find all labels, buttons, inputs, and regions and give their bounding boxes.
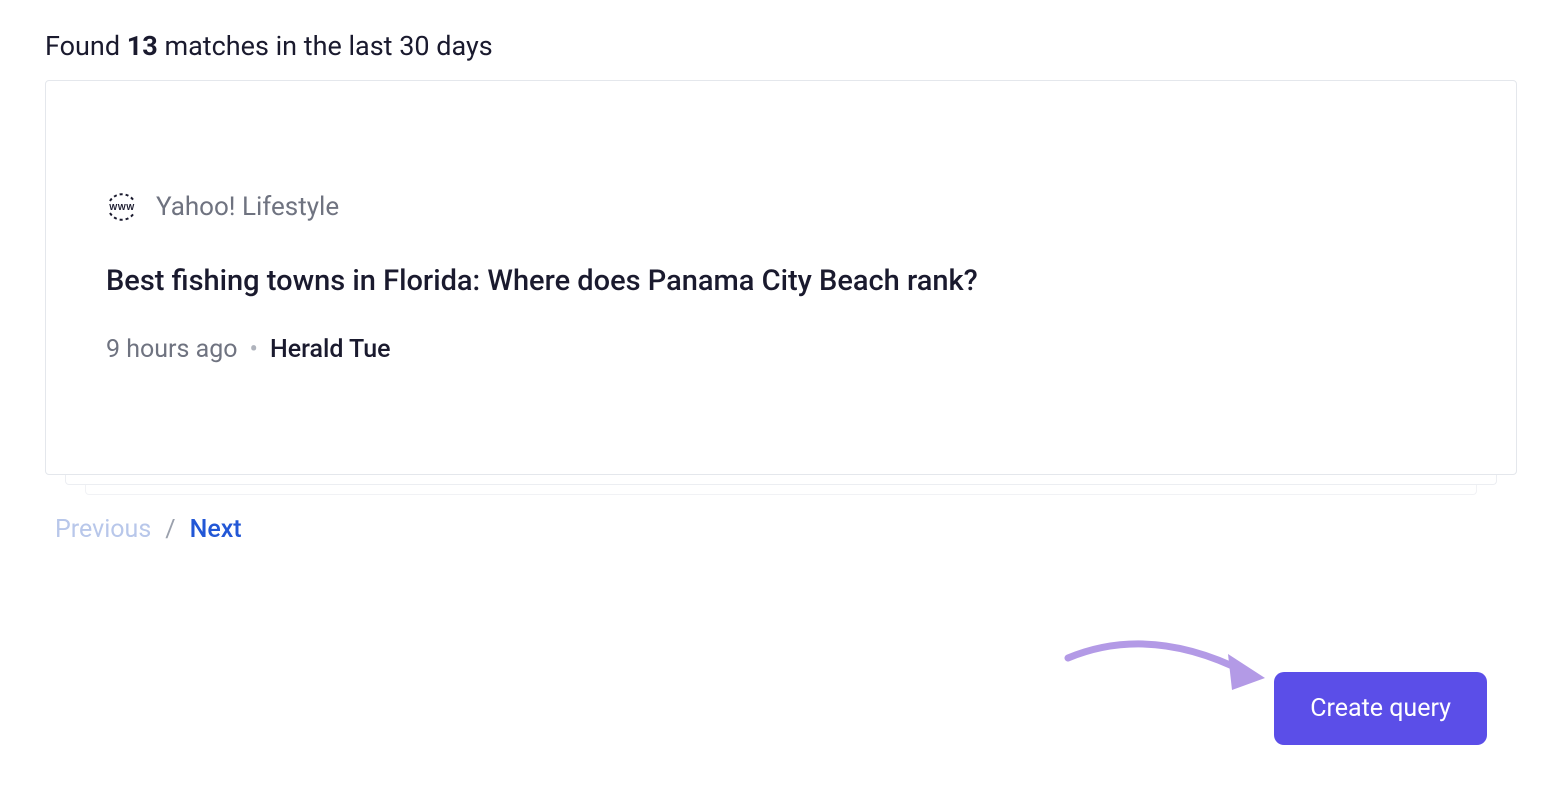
pagination-separator: /	[165, 515, 175, 544]
source-name: Yahoo! Lifestyle	[156, 192, 339, 222]
previous-link[interactable]: Previous	[55, 515, 151, 544]
result-card[interactable]: WWW Yahoo! Lifestyle Best fishing towns …	[45, 80, 1517, 475]
heading-suffix: matches in the last 30 days	[158, 30, 493, 62]
annotation-arrow-icon	[1060, 628, 1270, 708]
results-container: Found 13 matches in the last 30 days WWW…	[0, 0, 1562, 544]
result-cards-stack: WWW Yahoo! Lifestyle Best fishing towns …	[45, 80, 1517, 475]
meta-separator: •	[250, 335, 258, 364]
result-headline[interactable]: Best fishing towns in Florida: Where doe…	[106, 263, 1456, 301]
www-globe-icon: WWW	[106, 191, 138, 223]
heading-prefix: Found	[45, 30, 127, 62]
pagination: Previous / Next	[45, 515, 1517, 544]
next-link[interactable]: Next	[190, 515, 242, 544]
results-heading: Found 13 matches in the last 30 days	[45, 30, 1517, 62]
source-row: WWW Yahoo! Lifestyle	[106, 191, 1456, 223]
create-query-button[interactable]: Create query	[1274, 672, 1487, 745]
time-ago: 9 hours ago	[106, 335, 238, 364]
result-meta: 9 hours ago • Herald Tue	[106, 335, 1456, 364]
svg-text:WWW: WWW	[109, 202, 135, 212]
author-name: Herald Tue	[270, 335, 391, 364]
match-count: 13	[127, 30, 158, 62]
